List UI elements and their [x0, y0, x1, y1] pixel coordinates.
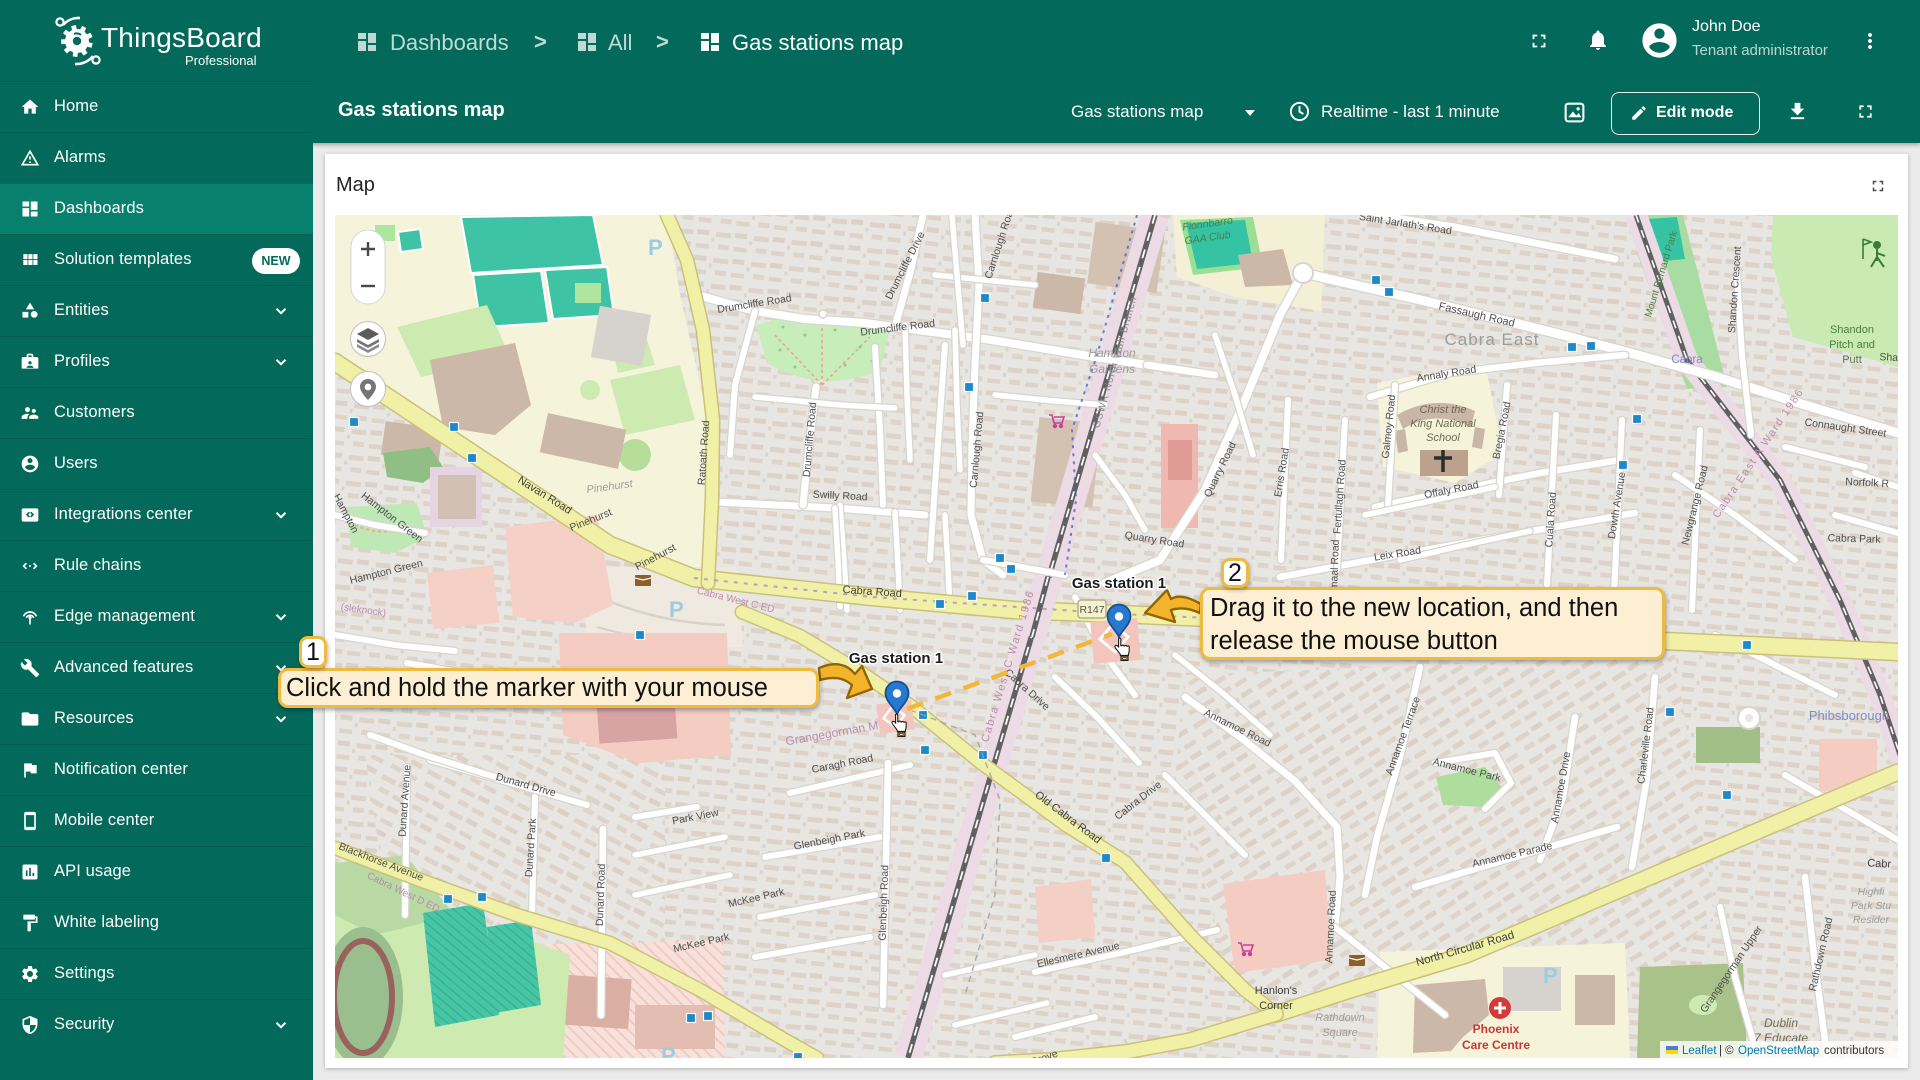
svg-text:Cabr: Cabr — [1867, 857, 1892, 870]
svg-text:Highfi: Highfi — [1858, 886, 1886, 898]
svg-text:maal Road: maal Road — [1328, 539, 1342, 590]
svg-text:Phibsborough: Phibsborough — [1809, 708, 1889, 723]
svg-text:| ©: | © — [1719, 1045, 1734, 1057]
svg-text:Leaflet: Leaflet — [1682, 1045, 1717, 1057]
svg-text:Putt: Putt — [1842, 354, 1862, 366]
svg-text:Corner: Corner — [1259, 1000, 1293, 1012]
svg-text:Care Centre: Care Centre — [1462, 1038, 1530, 1052]
svg-text:School: School — [1426, 432, 1460, 444]
svg-text:King National: King National — [1410, 418, 1476, 430]
svg-text:Hanlon's: Hanlon's — [1255, 985, 1298, 997]
svg-text:Cabra: Cabra — [1671, 354, 1703, 366]
svg-text:Gas station 1: Gas station 1 — [1072, 575, 1166, 592]
svg-text:Resider: Resider — [1853, 914, 1890, 926]
svg-text:Dublin: Dublin — [1764, 1016, 1798, 1030]
svg-text:Shandc: Shandc — [1879, 351, 1898, 365]
svg-text:Cabra Park: Cabra Park — [1827, 532, 1881, 546]
svg-text:Square: Square — [1322, 1027, 1357, 1039]
svg-text:Shandon: Shandon — [1830, 324, 1874, 336]
svg-text:Gas station 1: Gas station 1 — [849, 650, 943, 667]
svg-text:P: P — [661, 1043, 676, 1058]
svg-text:Cabra East: Cabra East — [1444, 330, 1539, 349]
svg-text:contributors: contributors — [1824, 1045, 1884, 1057]
svg-text:Phoenix: Phoenix — [1473, 1022, 1520, 1036]
svg-text:R147: R147 — [1079, 604, 1104, 616]
svg-text:Rathdown: Rathdown — [1315, 1012, 1365, 1024]
svg-text:P: P — [1543, 963, 1558, 988]
svg-text:Christ the: Christ the — [1419, 404, 1466, 416]
svg-text:Norfolk R: Norfolk R — [1845, 476, 1890, 490]
svg-text:Park Stu: Park Stu — [1851, 900, 1891, 912]
svg-text:Dunard Road: Dunard Road — [594, 863, 608, 926]
svg-text:P: P — [648, 235, 663, 260]
svg-text:P: P — [669, 597, 684, 622]
svg-text:OpenStreetMap: OpenStreetMap — [1738, 1045, 1819, 1057]
svg-text:Pitch and: Pitch and — [1829, 339, 1875, 351]
